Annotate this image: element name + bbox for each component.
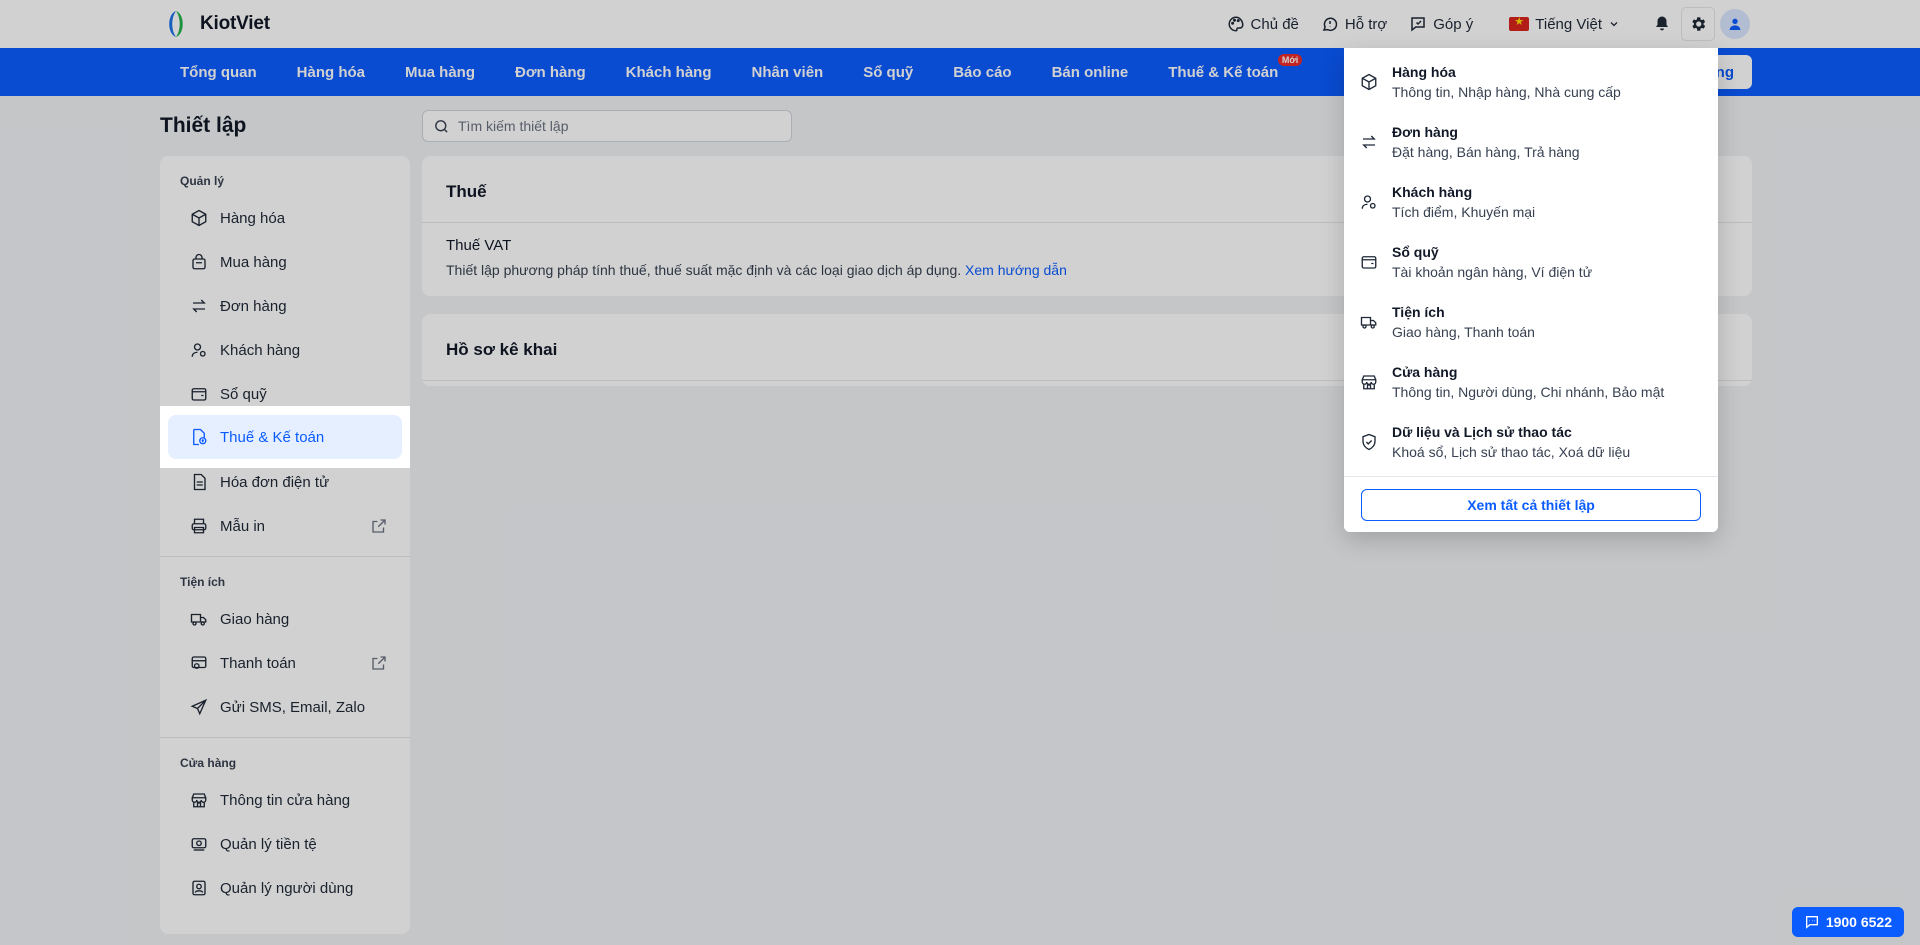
shield-check-icon	[1362, 433, 1376, 451]
sidebar-item-tax-accounting[interactable]: Thuế & Kế toán	[168, 415, 402, 459]
dropdown-item-subtitle: Đặt hàng, Bán hàng, Trả hàng	[1392, 144, 1580, 160]
dropdown-item-orders[interactable]: Đơn hàng Đặt hàng, Bán hàng, Trả hàng	[1344, 112, 1718, 172]
dropdown-item-data-history[interactable]: Dữ liệu và Lịch sử thao tác Khoá sổ, Lịch…	[1344, 412, 1718, 472]
dropdown-item-products[interactable]: Hàng hóa Thông tin, Nhập hàng, Nhà cung c…	[1344, 52, 1718, 112]
view-all-settings-button[interactable]: Xem tất cả thiết lập	[1361, 488, 1701, 521]
dropdown-item-cashbook[interactable]: Sổ quỹ Tài khoản ngân hàng, Ví điện tử	[1344, 232, 1718, 292]
dropdown-item-title: Đơn hàng	[1392, 124, 1458, 140]
wallet-icon	[1361, 256, 1377, 269]
dropdown-item-title: Sổ quỹ	[1392, 244, 1439, 260]
tax-doc-icon	[193, 428, 207, 446]
dropdown-item-subtitle: Tích điểm, Khuyến mại	[1392, 204, 1536, 220]
dropdown-item-title: Khách hàng	[1392, 184, 1473, 200]
dropdown-item-title: Hàng hóa	[1392, 64, 1456, 80]
dropdown-item-utilities[interactable]: Tiện ích Giao hàng, Thanh toán	[1344, 292, 1718, 352]
dropdown-item-subtitle: Giao hàng, Thanh toán	[1392, 324, 1535, 340]
user-settings-icon	[1361, 195, 1376, 209]
dropdown-item-title: Dữ liệu và Lịch sử thao tác	[1392, 424, 1572, 440]
settings-dropdown: Hàng hóa Thông tin, Nhập hàng, Nhà cung c…	[1344, 48, 1718, 532]
sidebar-item-label: Thuế & Kế toán	[220, 428, 325, 446]
store-icon	[1361, 375, 1377, 390]
active-item-highlight: Thuế & Kế toán	[160, 406, 410, 468]
dropdown-item-title: Cửa hàng	[1392, 364, 1458, 380]
dropdown-item-customers[interactable]: Khách hàng Tích điểm, Khuyến mại	[1344, 172, 1718, 232]
dropdown-item-subtitle: Thông tin, Người dùng, Chi nhánh, Bảo mậ…	[1392, 384, 1665, 400]
hotline-button[interactable]: 1900 6522	[1791, 907, 1904, 937]
dropdown-item-subtitle: Thông tin, Nhập hàng, Nhà cung cấp	[1392, 84, 1621, 100]
settings-dropdown-list: Hàng hóa Thông tin, Nhập hàng, Nhà cung c…	[1344, 48, 1718, 472]
dropdown-item-store[interactable]: Cửa hàng Thông tin, Người dùng, Chi nhánh…	[1344, 352, 1718, 412]
dropdown-item-title: Tiện ích	[1392, 304, 1445, 320]
dropdown-footer: Xem tất cả thiết lập	[1344, 476, 1718, 532]
chat-icon	[1805, 916, 1818, 929]
box-icon	[1361, 73, 1377, 91]
truck-icon	[1360, 316, 1377, 329]
swap-icon	[1362, 135, 1376, 149]
dropdown-item-subtitle: Tài khoản ngân hàng, Ví điện tử	[1392, 264, 1593, 280]
hotline-number: 1900 6522	[1825, 914, 1892, 930]
dropdown-item-subtitle: Khoá sổ, Lịch sử thao tác, Xoá dữ liệu	[1392, 444, 1631, 460]
